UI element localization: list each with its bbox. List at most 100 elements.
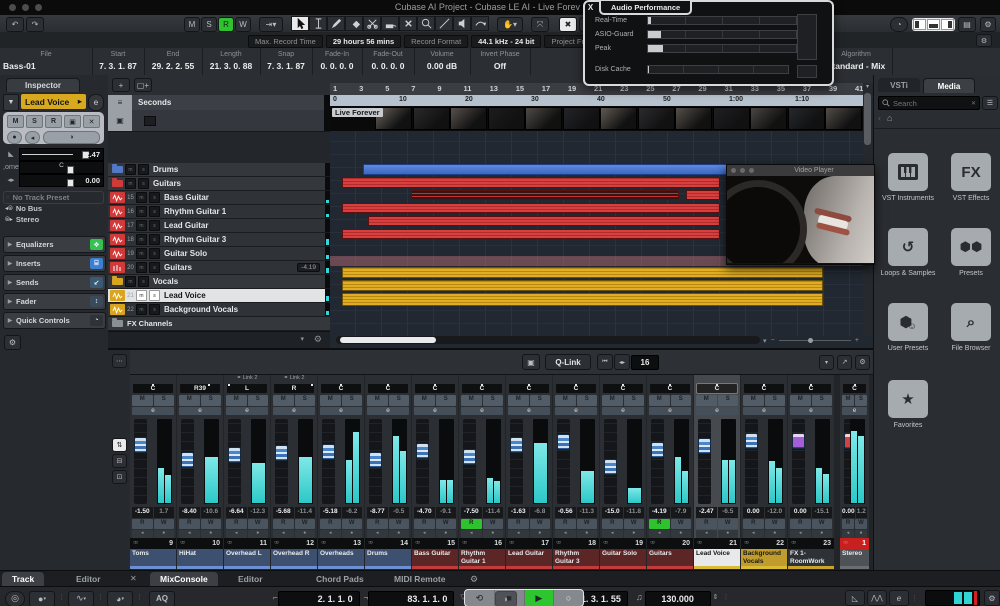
fader-handle[interactable] — [745, 433, 758, 449]
channel-edit-button[interactable]: e — [414, 407, 456, 415]
monitor-button[interactable]: ◂ — [320, 530, 341, 538]
add-track-icon[interactable]: + — [112, 78, 130, 92]
fader-db-value[interactable]: -5.18 — [320, 507, 341, 518]
fader-handle[interactable] — [275, 445, 288, 461]
section-sends[interactable]: ▶Sends↙ — [3, 274, 106, 291]
close-editor-tab-icon[interactable]: ✕ — [130, 574, 137, 583]
count-in-icon[interactable]: ⋀⋀ — [867, 590, 887, 606]
draw-tool-icon[interactable] — [327, 16, 345, 31]
fader-db-value[interactable]: -0.56 — [555, 507, 576, 518]
monitor-button[interactable]: ◂ — [508, 530, 529, 538]
pan-control[interactable]: C — [368, 384, 408, 393]
channel-solo-button[interactable]: S — [530, 395, 551, 406]
pan-control[interactable]: C — [603, 384, 643, 393]
info-column-file[interactable]: FileBass-01 — [0, 48, 93, 75]
record-mode-icon[interactable]: ●▾ — [29, 591, 55, 606]
read-automation-button[interactable]: R — [461, 519, 482, 530]
peak-db-value[interactable]: -11.3 — [577, 507, 598, 518]
mute-button[interactable]: M — [7, 115, 24, 128]
window-zoom-button[interactable] — [35, 4, 42, 11]
channel-edit-button[interactable]: e — [602, 407, 644, 415]
write-automation-button[interactable]: W — [855, 519, 867, 530]
fader-db-value[interactable]: -5.68 — [273, 507, 294, 518]
show-sends-icon[interactable]: ⊡ — [112, 470, 127, 484]
info-column-invert-phase[interactable]: Invert PhaseOff — [470, 48, 531, 75]
tab-chord-pads[interactable]: Chord Pads — [306, 572, 374, 586]
channel-name[interactable]: Overheads — [318, 549, 364, 566]
audio-performance-close-icon[interactable]: X — [584, 1, 597, 13]
mixer-gear-icon[interactable]: ⚙ — [855, 355, 870, 370]
pan-control[interactable]: C — [650, 384, 690, 393]
track-solo-button[interactable]: s — [149, 220, 160, 231]
tab-track[interactable]: Track — [2, 572, 44, 586]
ruler-track[interactable]: ≡ Seconds — [108, 95, 330, 111]
zoom-slider[interactable] — [779, 340, 851, 341]
media-tile-vst-instruments[interactable] — [888, 153, 928, 191]
fader-db-value[interactable]: 0.00 — [743, 507, 764, 518]
pan-control[interactable]: C — [509, 384, 549, 393]
write-automation-button[interactable]: W — [436, 519, 457, 530]
info-column-end[interactable]: End29. 2. 2. 55 — [144, 48, 203, 75]
peak-db-value[interactable]: -11.4 — [483, 507, 504, 518]
channel-name[interactable]: Rhythm Guitar 3 — [553, 549, 599, 566]
fader-handle[interactable] — [369, 452, 382, 468]
track-mute-button[interactable]: m — [136, 304, 147, 315]
media-tile-loops-samples[interactable]: ↺ — [888, 228, 928, 266]
fader-handle[interactable] — [228, 447, 241, 463]
peak-db-value[interactable]: -11.8 — [624, 507, 645, 518]
section-quick-controls[interactable]: ▶Quick Controls◔ — [3, 312, 106, 329]
edit-channel-icon[interactable]: e — [88, 94, 104, 111]
write-automation-button[interactable]: W — [624, 519, 645, 530]
media-tile-user-presets[interactable]: ⬢☺ — [888, 303, 928, 341]
info-column-snap[interactable]: Snap7. 3. 1. 87 — [260, 48, 313, 75]
fader-handle[interactable] — [698, 438, 711, 454]
write-automation-button[interactable]: W — [530, 519, 551, 530]
mixer-channel-lead-voice[interactable]: CMSe-2.47-6.5RW◂●○○21Lead Voice — [694, 375, 740, 569]
automation-r-button[interactable]: R — [218, 17, 234, 32]
fader-db-value[interactable]: -6.64 — [226, 507, 247, 518]
mixer-channel-guitars[interactable]: CMSe-4.19-7.9RW◂●○○20Guitars — [647, 375, 693, 569]
read-automation-button[interactable]: R — [743, 519, 764, 530]
info-column-fade-in[interactable]: Fade-In0. 0. 0. 0 — [312, 48, 363, 75]
record-enable-button[interactable]: ● — [342, 530, 363, 538]
left-locator-value[interactable]: 2. 1. 1. 0 — [278, 591, 360, 606]
track-row-drums[interactable]: msDrums — [108, 163, 330, 177]
channel-edit-button[interactable]: e — [743, 407, 785, 415]
freeze-button[interactable]: ✕ — [83, 115, 100, 128]
right-locator-value[interactable]: 83. 1. 1. 0 — [368, 591, 454, 606]
mixer-channel-overhead-r[interactable]: ⚭ Link 2RMSe-5.68-11.4RW◂●○○12Overhead R — [271, 375, 317, 569]
automation-s-button[interactable]: S — [201, 17, 217, 32]
video-track-lane[interactable]: Live Forever — [330, 106, 863, 131]
monitor-button[interactable]: ◂ — [414, 530, 435, 538]
channel-mute-button[interactable]: M — [602, 395, 623, 406]
metronome-icon[interactable]: ◺ — [845, 590, 865, 606]
fader-db-value[interactable]: -4.19 — [649, 507, 670, 518]
tab-midi-remote[interactable]: MIDI Remote — [384, 572, 455, 586]
channel-mute-button[interactable]: M — [414, 395, 435, 406]
track-mute-button[interactable]: m — [136, 234, 147, 245]
monitor-button[interactable]: ◂ — [461, 530, 482, 538]
fader-handle[interactable] — [651, 442, 664, 458]
lower-zone-gear-icon[interactable]: ⚙ — [470, 574, 478, 585]
monitor-button[interactable]: ◂ — [649, 530, 670, 538]
transport-gear-icon[interactable]: ⚙ — [984, 590, 1000, 606]
add-folder-icon[interactable]: ▢+ — [134, 78, 152, 92]
erase-tool-icon[interactable] — [345, 16, 363, 31]
fader-handle[interactable] — [181, 452, 194, 468]
video-player-window[interactable]: Video Player — [726, 164, 875, 265]
track-row-guitars[interactable]: msGuitars — [108, 177, 330, 191]
track-mute-button[interactable]: m — [136, 248, 147, 259]
record-enable-button[interactable]: R — [45, 115, 62, 128]
peak-db-value[interactable]: -7.9 — [671, 507, 692, 518]
mixer-channel-drums[interactable]: CMSe-8.77-0.5RW◂●○○14Drums — [365, 375, 411, 569]
tab-editor[interactable]: Editor — [228, 572, 273, 586]
monitor-button[interactable]: ◂ — [790, 530, 811, 538]
monitor-button[interactable]: ◂ — [743, 530, 764, 538]
rhythm-guitar-1-event[interactable] — [342, 203, 720, 213]
read-automation-button[interactable]: R — [273, 519, 294, 530]
window-close-button[interactable] — [9, 4, 16, 11]
lead-guitar-event[interactable] — [368, 216, 720, 226]
channel-mute-button[interactable]: M — [696, 395, 717, 406]
zoom-preset-arrow-icon[interactable]: ▾ — [763, 337, 767, 345]
peak-db-value[interactable]: -9.1 — [436, 507, 457, 518]
